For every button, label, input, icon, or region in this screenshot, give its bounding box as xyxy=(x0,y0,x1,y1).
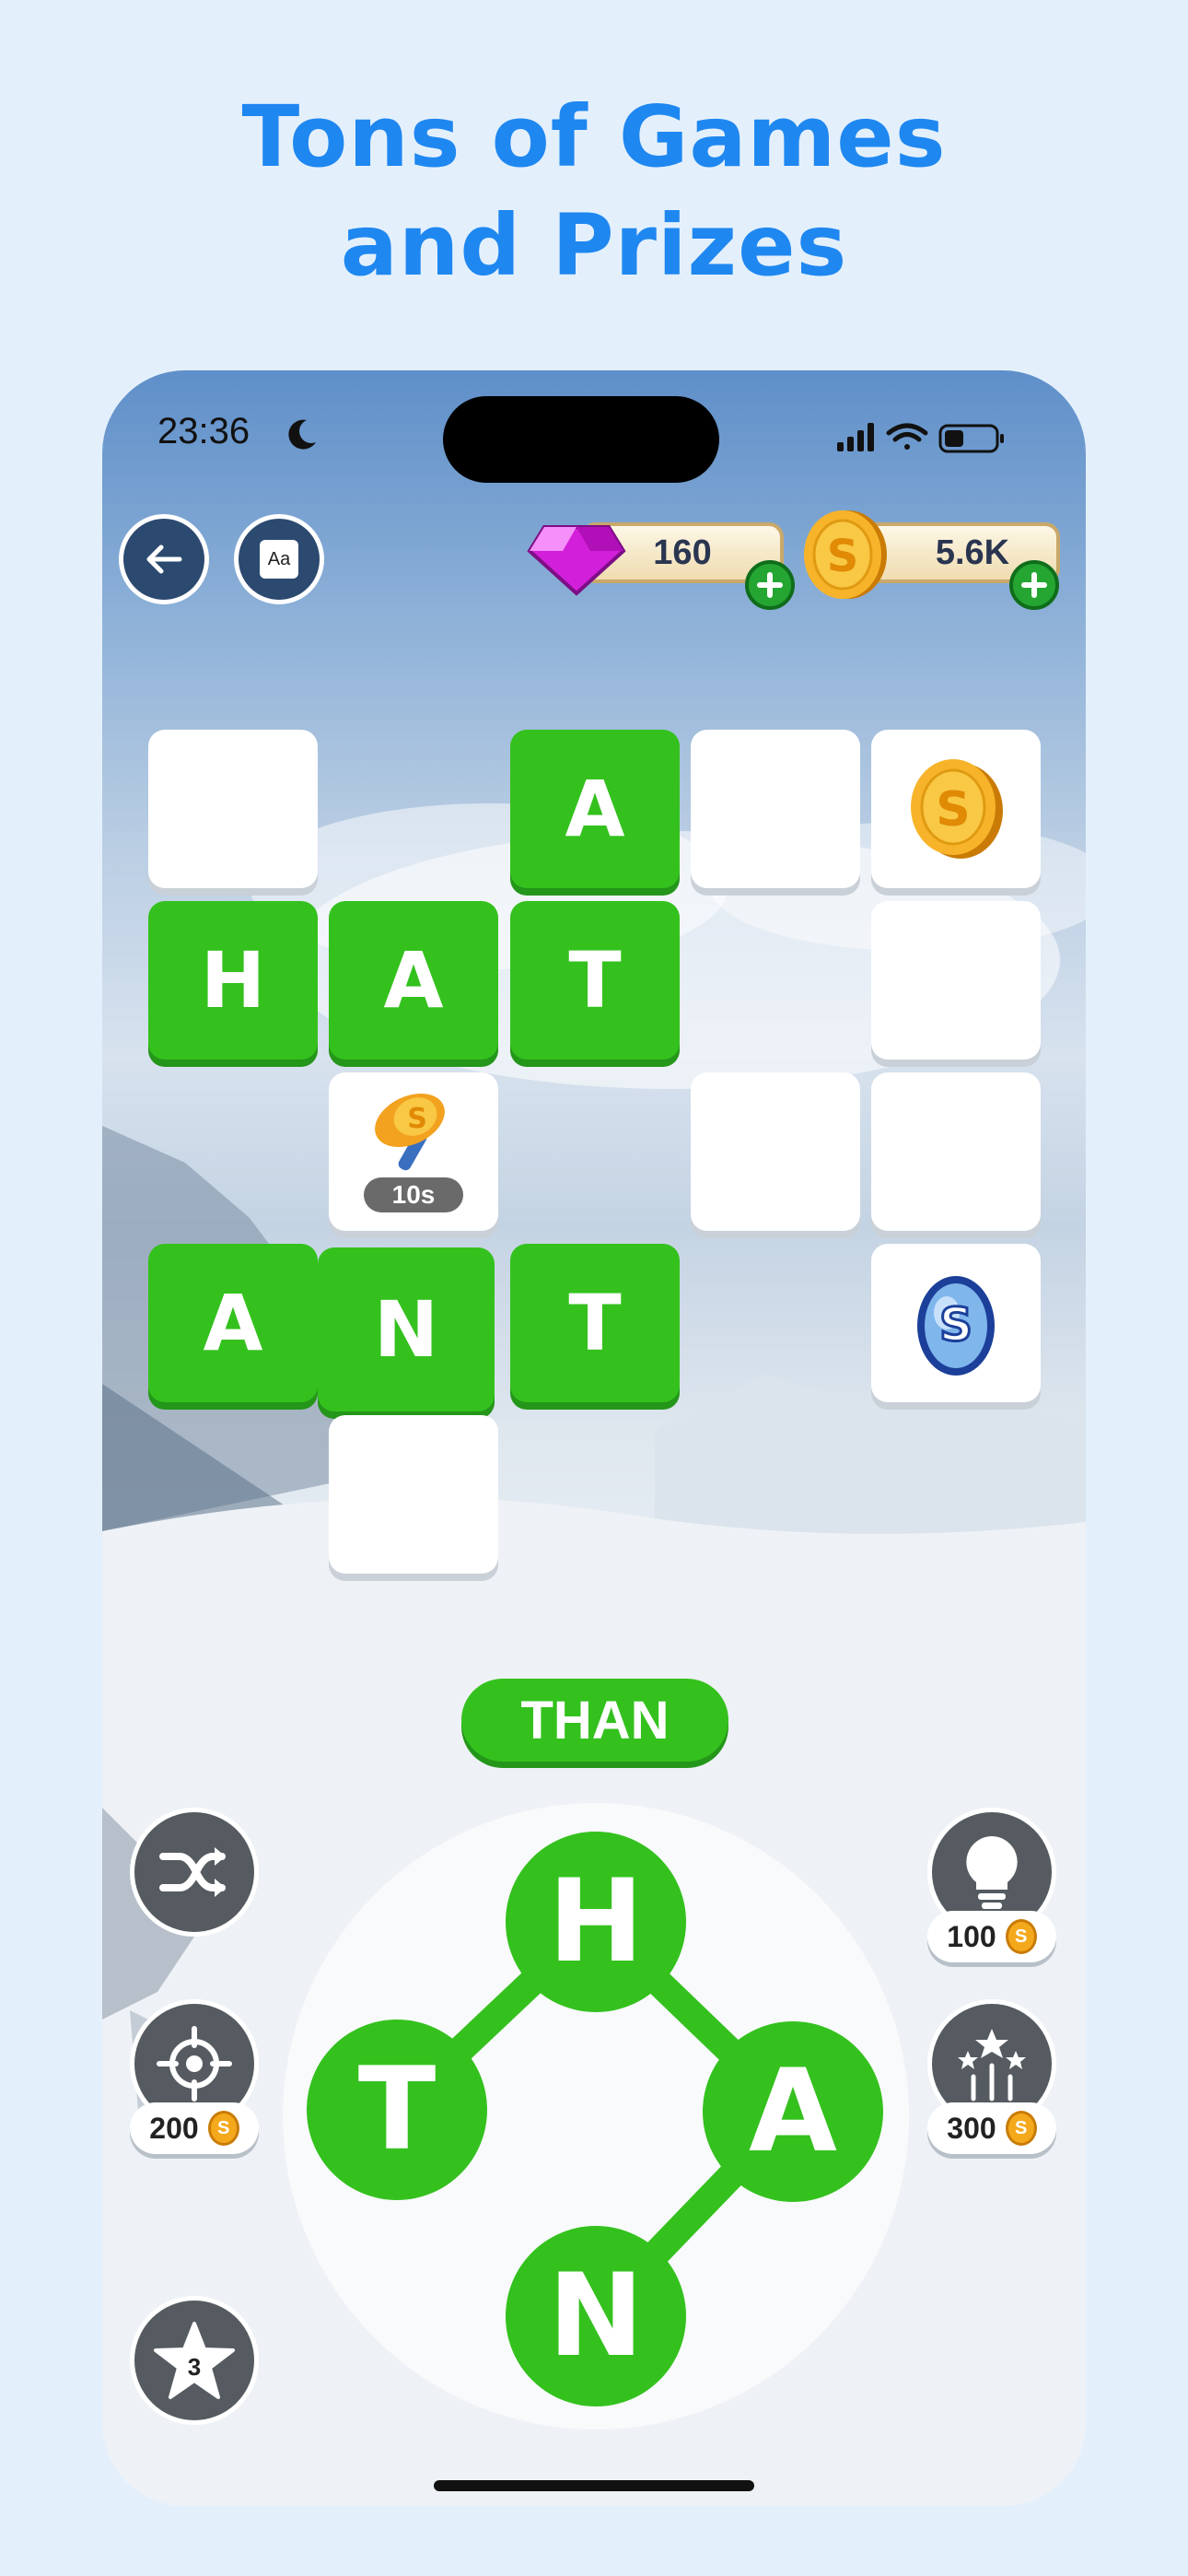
headline-line-2: and Prizes xyxy=(340,196,848,295)
fireworks-icon xyxy=(958,2029,1026,2102)
headline: Tons of Games and Prizes xyxy=(0,83,1188,300)
target-cost-value: 200 xyxy=(149,2111,199,2145)
star-icon: 3 xyxy=(154,2322,235,2399)
coin-icon: S xyxy=(1005,2111,1037,2146)
shuffle-button[interactable] xyxy=(130,1808,259,1937)
phone-screen: 23:36 Aa 160 5.6K S A S H A T S 10s A N … xyxy=(102,370,1086,2506)
lightbulb-icon xyxy=(966,1836,1018,1909)
crosshair-icon xyxy=(157,2026,232,2102)
wheel-letter-a[interactable]: A xyxy=(703,2021,883,2202)
hint-cost: 100 S xyxy=(927,1911,1056,1962)
coin-icon: S xyxy=(207,2111,239,2146)
headline-line-1: Tons of Games xyxy=(241,88,947,186)
shuffle-icon xyxy=(159,1847,226,1897)
wheel-letter-n[interactable]: N xyxy=(506,2226,686,2406)
hint-cost-value: 100 xyxy=(947,1919,996,1953)
home-indicator[interactable] xyxy=(434,2480,754,2491)
coin-icon: S xyxy=(1005,1919,1037,1954)
wheel-letter-h[interactable]: H xyxy=(506,1832,686,2012)
swipe-path xyxy=(383,1908,807,2330)
star-count: 3 xyxy=(188,2353,201,2381)
target-cost: 200 S xyxy=(130,2102,259,2154)
star-button[interactable]: 3 xyxy=(130,2296,259,2425)
fireworks-cost-value: 300 xyxy=(947,2111,996,2145)
fireworks-cost: 300 S xyxy=(927,2102,1056,2154)
wheel-letter-t[interactable]: T xyxy=(307,2020,487,2200)
